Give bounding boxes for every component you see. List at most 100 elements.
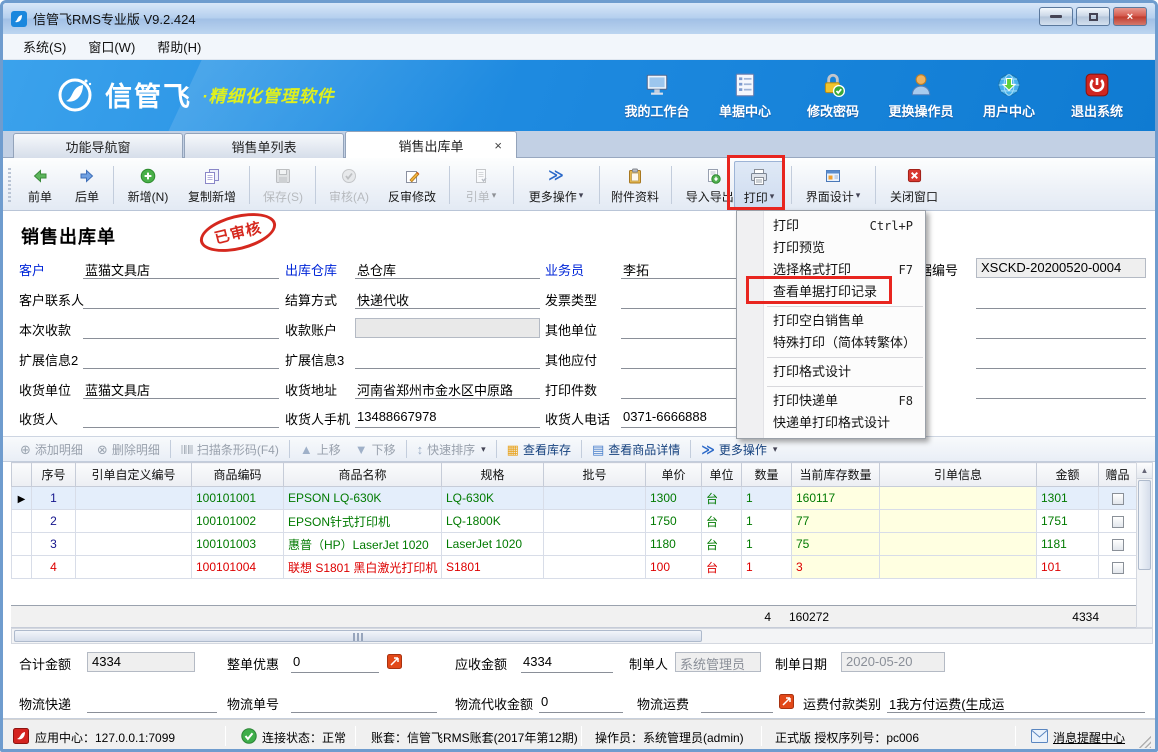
calc-icon[interactable] <box>387 654 402 669</box>
tab-sales-outbound[interactable]: 销售出库单 × <box>345 131 517 158</box>
tab-function-nav[interactable]: 功能导航窗 <box>13 133 183 158</box>
next-doc-button[interactable]: 后单 <box>64 161 110 208</box>
table-row[interactable]: ▶ 1 100101001 EPSON LQ-630K LQ-630K 1300… <box>12 487 1137 510</box>
attachments-button[interactable]: 附件资料 <box>605 161 665 208</box>
action-change-password[interactable]: 修改密码 <box>789 68 877 120</box>
field-settlement-value[interactable]: 快递代收 <box>355 288 540 309</box>
minimize-button[interactable] <box>1039 7 1073 26</box>
field-other-payable-value[interactable] <box>621 348 741 369</box>
action-document-center[interactable]: 单据中心 <box>701 68 789 120</box>
resize-grip[interactable] <box>1139 736 1151 748</box>
action-user-center[interactable]: 用户中心 <box>965 68 1053 120</box>
new-button[interactable]: 新增(N) <box>119 161 177 208</box>
scroll-up-icon[interactable]: ▲ <box>1137 463 1152 479</box>
close-button[interactable]: × <box>1113 7 1147 26</box>
field-receiver-unit-value[interactable]: 蓝猫文具店 <box>83 378 279 399</box>
toolbar-grip <box>8 168 11 202</box>
freight-pay-type-field[interactable]: 1我方付运费(生成运 <box>887 692 1145 713</box>
app-icon <box>11 11 27 27</box>
field-hidden-underline[interactable] <box>976 348 1146 369</box>
horizontal-scrollbar[interactable] <box>11 628 1153 644</box>
prev-doc-button[interactable]: 前单 <box>17 161 63 208</box>
menu-item-print-format-design[interactable]: 打印格式设计 <box>737 361 925 383</box>
menu-item-special-print[interactable]: 特殊打印（简体转繁体） <box>737 332 925 354</box>
field-salesman-value[interactable]: 李拓 <box>621 258 741 279</box>
field-warehouse-value[interactable]: 总仓库 <box>355 258 540 279</box>
vertical-scroll-thumb[interactable] <box>1138 480 1151 570</box>
view-product-detail-button[interactable]: ▤查看商品详情 <box>585 438 687 460</box>
arrow-right-icon <box>79 168 95 184</box>
gift-checkbox[interactable] <box>1112 562 1124 574</box>
menu-item-view-print-records[interactable]: 查看单据打印记录 <box>737 281 925 303</box>
field-invoice-type-value[interactable] <box>621 288 741 309</box>
header-stock: 当前库存数量 <box>792 463 880 487</box>
status-operator: 操作员：系统管理员(admin) <box>595 729 744 746</box>
field-warehouse-label: 出库仓库 <box>285 260 337 279</box>
cod-amount-field[interactable]: 0 <box>539 692 623 713</box>
field-phone-value[interactable]: 0371-6666888 <box>621 407 741 428</box>
gift-checkbox[interactable] <box>1112 539 1124 551</box>
horizontal-scroll-thumb[interactable] <box>14 630 702 642</box>
field-print-count-value[interactable] <box>621 378 741 399</box>
logistics-no-field[interactable] <box>291 692 437 713</box>
menu-help[interactable]: 帮助(H) <box>147 34 211 59</box>
table-row[interactable]: 2 100101002 EPSON针式打印机 LQ-1800K 1750 台 1… <box>12 510 1137 533</box>
print-button[interactable]: 打印▾ <box>734 161 784 208</box>
header-code: 商品编码 <box>192 463 284 487</box>
view-stock-button[interactable]: ▦查看库存 <box>500 438 578 460</box>
header-gift: 赠品 <box>1099 463 1137 487</box>
copy-new-button[interactable]: 复制新增 <box>181 161 243 208</box>
close-red-icon <box>907 168 922 183</box>
products-table: 序号 引单自定义编号 商品编码 商品名称 规格 批号 单价 单位 数量 当前库存… <box>11 462 1137 579</box>
action-exit-system[interactable]: 退出系统 <box>1053 68 1141 120</box>
close-window-button[interactable]: 关闭窗口 <box>881 161 947 208</box>
menu-item-print-express[interactable]: 打印快递单F8 <box>737 390 925 412</box>
menu-item-select-format-print[interactable]: 选择格式打印F7 <box>737 259 925 281</box>
field-customer-value[interactable]: 蓝猫文具店 <box>83 258 279 279</box>
message-center-link[interactable]: 消息提醒中心 <box>1053 729 1125 746</box>
unaudit-button[interactable]: 反审修改 <box>381 161 443 208</box>
gift-checkbox[interactable] <box>1112 516 1124 528</box>
field-hidden-underline[interactable] <box>976 378 1146 399</box>
globe-icon <box>996 72 1022 98</box>
sort-icon: ↕ <box>417 443 424 456</box>
field-contact-value[interactable] <box>83 288 279 309</box>
calc-icon[interactable] <box>779 694 794 709</box>
menu-item-print-blank-order[interactable]: 打印空白销售单 <box>737 310 925 332</box>
field-mobile-value[interactable]: 13488667978 <box>355 407 540 428</box>
detail-more-actions-button[interactable]: ≫更多操作▾ <box>694 438 784 460</box>
logistics-express-field[interactable] <box>87 692 217 713</box>
menu-item-print-preview[interactable]: 打印预览 <box>737 237 925 259</box>
field-ext3-value[interactable] <box>355 348 540 369</box>
maximize-button[interactable] <box>1076 7 1110 26</box>
save-icon <box>275 168 291 184</box>
table-row[interactable]: 4 100101004 联想 S1801 黑白激光打印机 S1801 100 台… <box>12 556 1137 579</box>
menu-item-express-format-design[interactable]: 快递单打印格式设计 <box>737 412 925 434</box>
receivable-field[interactable]: 4334 <box>521 652 613 673</box>
vertical-scrollbar[interactable]: ▲ <box>1136 462 1153 628</box>
menu-window[interactable]: 窗口(W) <box>78 34 145 59</box>
field-print-count-label: 打印件数 <box>545 380 597 399</box>
field-address-value[interactable]: 河南省郑州市金水区中原路 <box>355 378 540 399</box>
field-hidden-underline[interactable] <box>976 318 1146 339</box>
gift-checkbox[interactable] <box>1112 493 1124 505</box>
field-ext2-value[interactable] <box>83 348 279 369</box>
items-grid: 序号 引单自定义编号 商品编码 商品名称 规格 批号 单价 单位 数量 当前库存… <box>11 462 1153 644</box>
field-receiver-unit-label: 收货单位 <box>19 380 71 399</box>
field-hidden-underline[interactable] <box>976 288 1146 309</box>
field-payment-value[interactable] <box>83 318 279 339</box>
tab-close-icon[interactable]: × <box>494 138 502 153</box>
tab-sales-list[interactable]: 销售单列表 <box>184 133 344 158</box>
ui-design-button[interactable]: 界面设计▾ <box>797 161 869 208</box>
header-spec: 规格 <box>442 463 544 487</box>
freight-field[interactable] <box>701 692 773 713</box>
discount-field[interactable]: 0 <box>291 652 379 673</box>
menu-system[interactable]: 系统(S) <box>13 34 76 59</box>
menu-item-print[interactable]: 打印Ctrl+P <box>737 215 925 237</box>
table-row[interactable]: 3 100101003 惠普（HP）LaserJet 1020 LaserJet… <box>12 533 1137 556</box>
action-switch-operator[interactable]: 更换操作员 <box>877 68 965 120</box>
field-receiver-value[interactable] <box>83 407 279 428</box>
more-actions-button[interactable]: ≫ 更多操作▾ <box>519 161 593 208</box>
field-other-unit-value[interactable] <box>621 318 741 339</box>
action-my-workspace[interactable]: 我的工作台 <box>613 68 701 120</box>
